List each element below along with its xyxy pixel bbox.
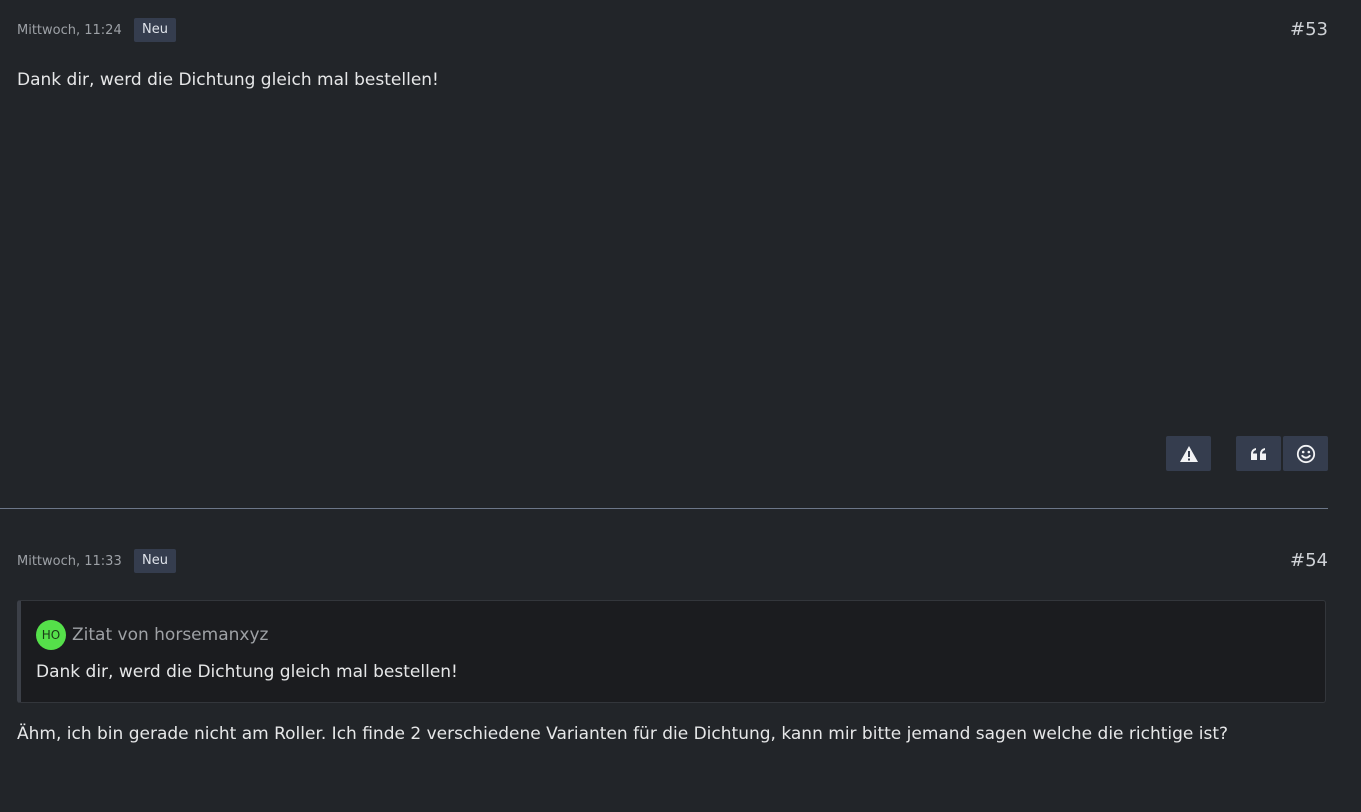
- report-button[interactable]: [1166, 436, 1211, 471]
- quote-author-link[interactable]: Zitat von horsemanxyz: [72, 624, 268, 646]
- post-body: Ähm, ich bin gerade nicht am Roller. Ich…: [17, 724, 1229, 744]
- quote-button[interactable]: [1236, 436, 1281, 471]
- post-number[interactable]: #53: [1290, 19, 1328, 41]
- post-time[interactable]: Mittwoch, 11:24: [17, 23, 122, 38]
- quote-text: Dank dir, werd die Dichtung gleich mal b…: [36, 662, 458, 682]
- smiley-icon: [1296, 444, 1315, 463]
- post-body: Dank dir, werd die Dichtung gleich mal b…: [17, 70, 439, 90]
- thread-page: Mittwoch, 11:24 Neu #53 Dank dir, werd d…: [0, 0, 1361, 812]
- warning-icon: [1179, 445, 1198, 462]
- post-header: Mittwoch, 11:24 Neu #53: [17, 17, 1328, 43]
- post-number[interactable]: #54: [1290, 550, 1328, 572]
- post: Mittwoch, 11:24 Neu #53 Dank dir, werd d…: [17, 0, 1328, 509]
- new-badge: Neu: [134, 549, 176, 573]
- quote-icon: [1250, 447, 1266, 460]
- quote-block: HO Zitat von horsemanxyz Dank dir, werd …: [17, 600, 1326, 703]
- avatar[interactable]: HO: [36, 620, 66, 650]
- post: Mittwoch, 11:33 Neu #54 HO Zitat von hor…: [17, 510, 1328, 812]
- new-badge: Neu: [134, 18, 176, 42]
- react-button[interactable]: [1283, 436, 1328, 471]
- post-header: Mittwoch, 11:33 Neu #54: [17, 548, 1328, 574]
- post-time[interactable]: Mittwoch, 11:33: [17, 554, 122, 569]
- post-divider: [0, 508, 1328, 509]
